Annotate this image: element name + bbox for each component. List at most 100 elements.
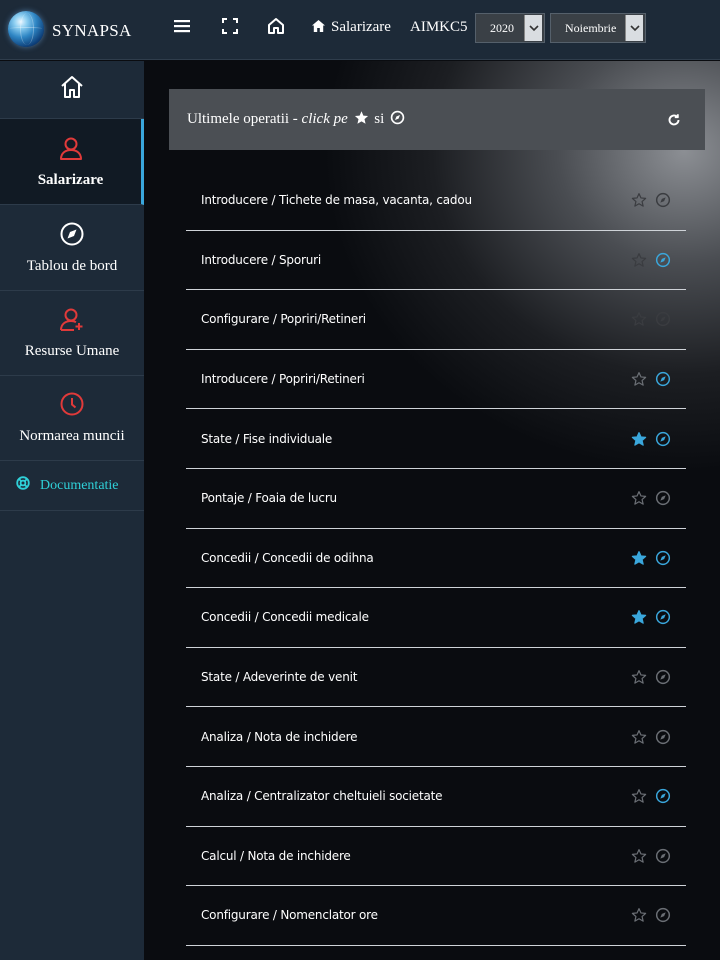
list-item: Concedii / Concedii medicale [186,588,686,648]
star-icon[interactable] [630,430,648,448]
operation-actions [630,549,672,567]
panel-title-click: click pe [301,110,348,127]
company-code[interactable]: AIMKC5 [410,19,468,36]
sidebar-item-normarea-muncii[interactable]: Normarea muncii [0,376,144,461]
compass-icon [390,110,405,130]
compass-icon[interactable] [654,608,672,626]
star-icon[interactable] [630,549,648,567]
month-select[interactable]: Noiembrie [550,13,646,43]
star-icon[interactable] [630,847,648,865]
lifebuoy-icon [16,476,30,495]
operation-link[interactable]: Introducere / Tichete de masa, vacanta, … [186,193,686,207]
sidebar-item-resurse-umane[interactable]: Resurse Umane [0,291,144,376]
list-item: Analiza / Centralizator cheltuieli socie… [186,767,686,827]
star-icon[interactable] [630,251,648,269]
star-icon[interactable] [630,191,648,209]
operation-actions [630,668,672,686]
operation-link[interactable]: State / Adeverinte de venit [186,670,686,684]
operation-link[interactable]: Concedii / Concedii de odihna [186,551,686,565]
operation-link[interactable]: State / Fise individuale [186,432,686,446]
salarizare-link[interactable]: Salarizare [312,19,391,37]
operation-actions [630,310,672,328]
month-select-value: Noiembrie [565,20,617,35]
compass-icon[interactable] [654,549,672,567]
year-select[interactable]: 2020 [475,13,545,43]
operation-link[interactable]: Introducere / Popriri/Retineri [186,372,686,386]
compass-icon[interactable] [654,430,672,448]
compass-icon [59,221,85,252]
sidebar: Salarizare Tablou de bord Resurse Umane … [0,61,144,960]
star-icon[interactable] [630,608,648,626]
sidebar-item-label: Salarizare [37,171,104,188]
compass-icon[interactable] [654,728,672,746]
chevron-down-icon [625,15,643,41]
clock-icon [59,391,85,422]
top-bar: SYNAPSA Salarizare AIMKC5 2020 Noiembrie [0,0,720,60]
operation-actions [630,787,672,805]
year-select-value: 2020 [490,20,514,35]
logo-globe-icon[interactable] [8,11,44,47]
user-add-icon [59,306,85,337]
home-icon[interactable] [264,14,288,38]
star-icon [354,110,369,130]
compass-icon[interactable] [654,668,672,686]
star-icon[interactable] [630,728,648,746]
compass-icon[interactable] [654,787,672,805]
operation-link[interactable]: Introducere / Sporuri [186,253,686,267]
star-icon[interactable] [630,310,648,328]
operation-actions [630,906,672,924]
list-item: Configurare / Popriri/Retineri [186,290,686,350]
operation-actions [630,370,672,388]
star-icon[interactable] [630,489,648,507]
operation-actions [630,608,672,626]
operation-link[interactable]: Pontaje / Foaia de lucru [186,491,686,505]
operation-actions [630,728,672,746]
hamburger-menu-icon[interactable] [170,14,194,38]
operation-link[interactable]: Configurare / Nomenclator ore [186,908,686,922]
sidebar-item-label: Normarea muncii [19,428,125,444]
sidebar-item-salarizare[interactable]: Salarizare [0,119,144,205]
list-item: Concedii / Concedii de odihna [186,529,686,589]
list-item: Introducere / Popriri/Retineri [186,350,686,410]
star-icon[interactable] [630,668,648,686]
list-item: State / Fise individuale [186,409,686,469]
operation-actions [630,191,672,209]
compass-icon[interactable] [654,906,672,924]
list-item: Introducere / Tichete de masa, vacanta, … [186,171,686,231]
star-icon[interactable] [630,370,648,388]
list-item: Calcul / Nota de inchidere [186,827,686,887]
operation-link[interactable]: Calcul / Nota de inchidere [186,849,686,863]
main-content: Ultimele operatii - click pe si Introduc… [144,61,720,960]
sidebar-item-documentatie[interactable]: Documentatie [0,461,144,511]
operation-actions [630,847,672,865]
sidebar-item-home[interactable] [0,61,144,119]
panel-title-si: si [374,110,385,127]
operation-actions [630,251,672,269]
compass-icon[interactable] [654,191,672,209]
compass-icon[interactable] [654,489,672,507]
list-item: Introducere / Sporuri [186,231,686,291]
fullscreen-icon[interactable] [218,14,242,38]
compass-icon[interactable] [654,251,672,269]
star-icon[interactable] [630,906,648,924]
refresh-icon[interactable] [667,113,683,129]
operations-list: Introducere / Tichete de masa, vacanta, … [186,171,686,946]
operation-link[interactable]: Analiza / Nota de inchidere [186,730,686,744]
list-item: State / Adeverinte de venit [186,648,686,708]
operation-link[interactable]: Configurare / Popriri/Retineri [186,312,686,326]
operation-link[interactable]: Analiza / Centralizator cheltuieli socie… [186,789,686,803]
star-icon[interactable] [630,787,648,805]
list-item: Configurare / Nomenclator ore [186,886,686,946]
operation-actions [630,489,672,507]
brand-name[interactable]: SYNAPSA [52,21,132,41]
home-icon [59,74,85,105]
panel-title: Ultimele operatii - click pe si [187,110,407,130]
compass-icon[interactable] [654,847,672,865]
list-item: Pontaje / Foaia de lucru [186,469,686,529]
operation-link[interactable]: Concedii / Concedii medicale [186,610,686,624]
compass-icon[interactable] [654,310,672,328]
salarizare-link-label: Salarizare [331,19,391,35]
sidebar-item-tablou-de-bord[interactable]: Tablou de bord [0,205,144,291]
user-icon [58,135,84,166]
compass-icon[interactable] [654,370,672,388]
